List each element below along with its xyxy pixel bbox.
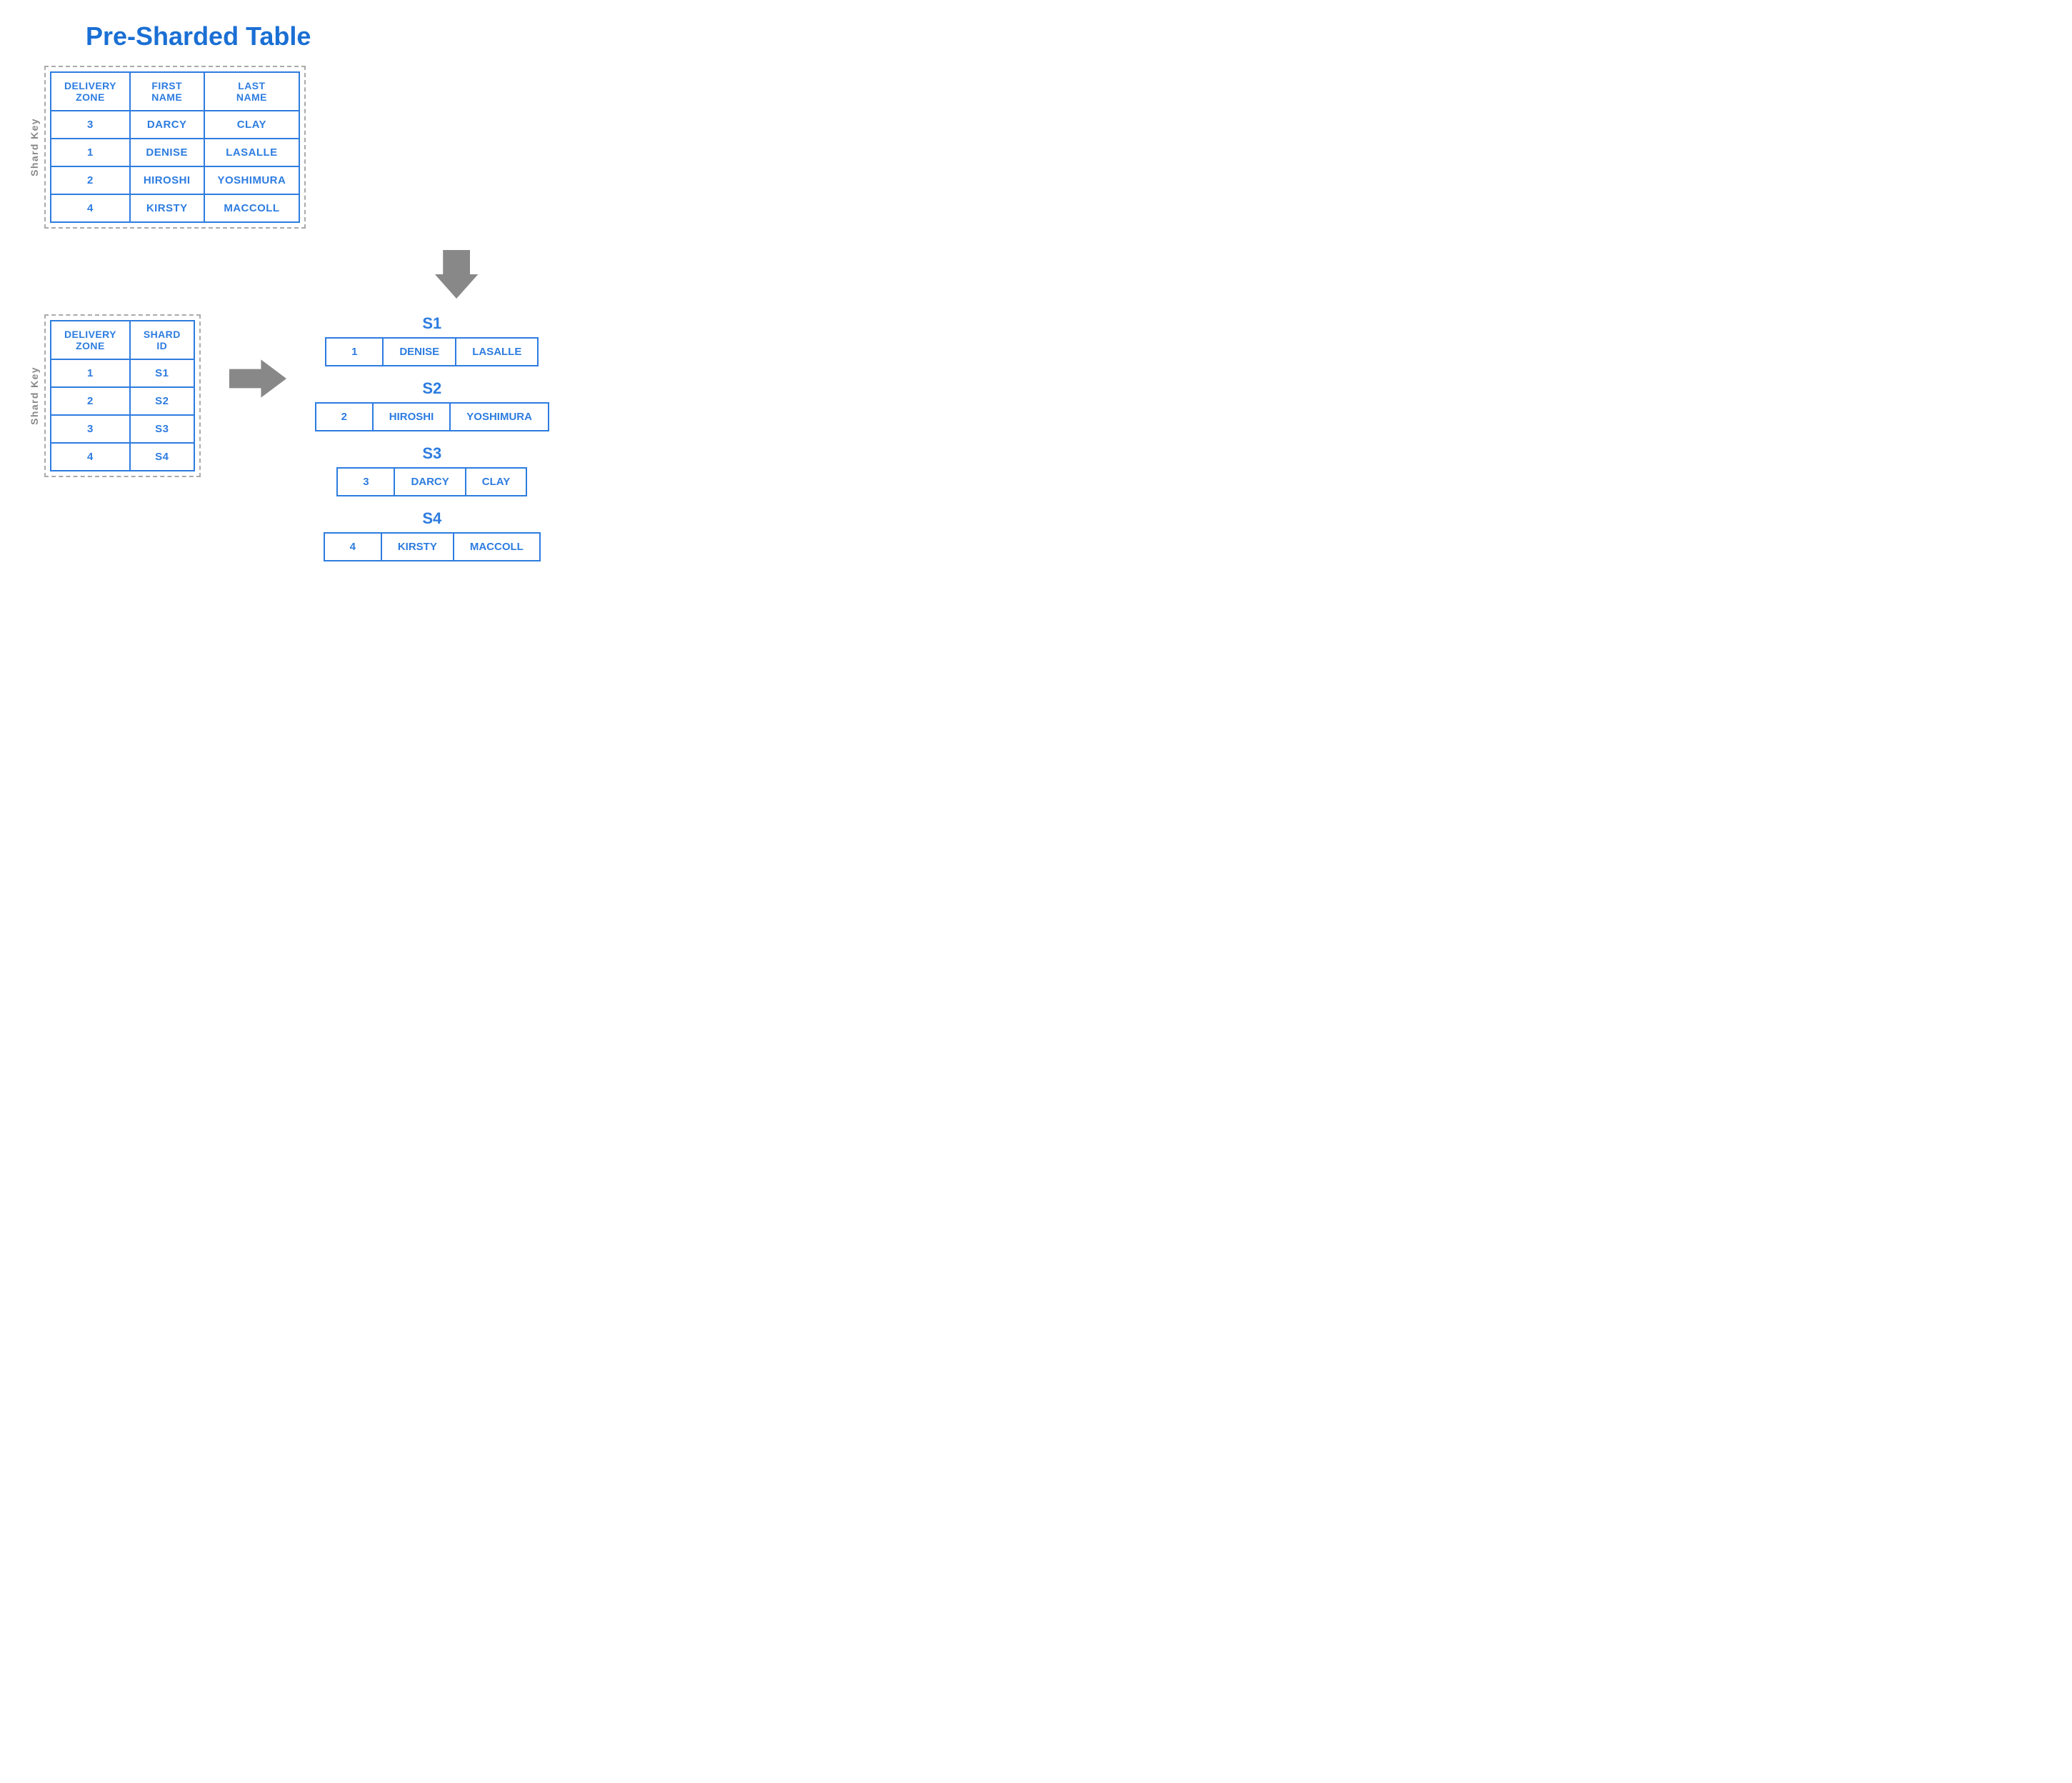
arrow-right [229, 314, 286, 400]
table-cell: KIRSTY [130, 194, 204, 222]
shard-cell: HIROSHI [374, 404, 451, 430]
table-cell: 3 [51, 415, 130, 443]
table-row: 1S1 [51, 359, 194, 387]
shard-cell: 4 [325, 534, 382, 560]
shard-group: S1 1DENISELASALLE [315, 314, 549, 366]
shard-cell: 3 [338, 469, 395, 495]
shard-cell: 1 [326, 339, 384, 365]
mapping-table-wrapper: Shard Key DELIVERYZONE SHARDID 1S12S23S3… [29, 314, 201, 477]
shard-cell: DARCY [395, 469, 466, 495]
table-cell: 1 [51, 359, 130, 387]
col-header-last-name: LASTNAME [204, 72, 300, 111]
bottom-section: Shard Key DELIVERYZONE SHARDID 1S12S23S3… [29, 314, 800, 561]
table-row: 4KIRSTYMACCOLL [51, 194, 299, 222]
shard-cell: LASALLE [456, 339, 537, 365]
table-cell: S2 [130, 387, 194, 415]
shards-container: S1 1DENISELASALLE S2 2HIROSHIYOSHIMURA S3 3DA… [315, 314, 549, 561]
shard-cell: 2 [316, 404, 374, 430]
table-cell: 3 [51, 111, 130, 139]
mapping-table: DELIVERYZONE SHARDID 1S12S23S34S4 [50, 320, 195, 471]
table-cell: S1 [130, 359, 194, 387]
shard-key-label-bottom: Shard Key [29, 366, 40, 425]
shard-cell: CLAY [466, 469, 526, 495]
table-cell: MACCOLL [204, 194, 300, 222]
shard-group: S3 3DARCYCLAY [315, 444, 549, 496]
table-cell: CLAY [204, 111, 300, 139]
shard-cell: YOSHIMURA [451, 404, 548, 430]
shard-row: 2HIROSHIYOSHIMURA [315, 402, 549, 431]
shard-cell: DENISE [384, 339, 456, 365]
table-cell: DARCY [130, 111, 204, 139]
col-header-first-name: FIRSTNAME [130, 72, 204, 111]
table-cell: YOSHIMURA [204, 166, 300, 194]
shard-key-label-top: Shard Key [29, 118, 40, 176]
table-row: 4S4 [51, 443, 194, 471]
table-row: 2HIROSHIYOSHIMURA [51, 166, 299, 194]
table-row: 3DARCYCLAY [51, 111, 299, 139]
table-cell: 2 [51, 387, 130, 415]
shard-title: S1 [422, 314, 441, 333]
table-cell: HIROSHI [130, 166, 204, 194]
map-col-delivery-zone: DELIVERYZONE [51, 321, 130, 359]
table-cell: LASALLE [204, 139, 300, 166]
table-cell: 2 [51, 166, 130, 194]
arrow-down [114, 250, 800, 307]
pre-table-wrapper: Shard Key DELIVERYZONE FIRSTNAME LASTNAM… [29, 66, 306, 229]
dashed-box-bottom: DELIVERYZONE SHARDID 1S12S23S34S4 [44, 314, 201, 477]
shard-row: 1DENISELASALLE [325, 337, 539, 366]
table-cell: S4 [130, 443, 194, 471]
right-arrow-icon [229, 357, 286, 400]
col-header-delivery-zone: DELIVERYZONE [51, 72, 130, 111]
shard-title: S2 [422, 379, 441, 398]
table-row: 3S3 [51, 415, 194, 443]
page-title: Pre-Sharded Table [86, 21, 800, 51]
table-cell: 1 [51, 139, 130, 166]
shard-row: 4KIRSTYMACCOLL [324, 532, 541, 561]
table-cell: 4 [51, 443, 130, 471]
shard-group: S2 2HIROSHIYOSHIMURA [315, 379, 549, 431]
table-cell: 4 [51, 194, 130, 222]
shard-row: 3DARCYCLAY [336, 467, 527, 496]
down-arrow-icon [432, 250, 482, 307]
pre-sharded-table: DELIVERYZONE FIRSTNAME LASTNAME 3DARCYCL… [50, 71, 300, 223]
top-section: Shard Key DELIVERYZONE FIRSTNAME LASTNAM… [29, 66, 800, 229]
table-row: 2S2 [51, 387, 194, 415]
shard-title: S4 [422, 509, 441, 528]
table-cell: DENISE [130, 139, 204, 166]
table-cell: S3 [130, 415, 194, 443]
shard-group: S4 4KIRSTYMACCOLL [315, 509, 549, 561]
shard-cell: KIRSTY [382, 534, 454, 560]
shard-title: S3 [422, 444, 441, 463]
table-row: 1DENISELASALLE [51, 139, 299, 166]
dashed-box-top: DELIVERYZONE FIRSTNAME LASTNAME 3DARCYCL… [44, 66, 306, 229]
map-col-shard-id: SHARDID [130, 321, 194, 359]
shard-cell: MACCOLL [454, 534, 539, 560]
